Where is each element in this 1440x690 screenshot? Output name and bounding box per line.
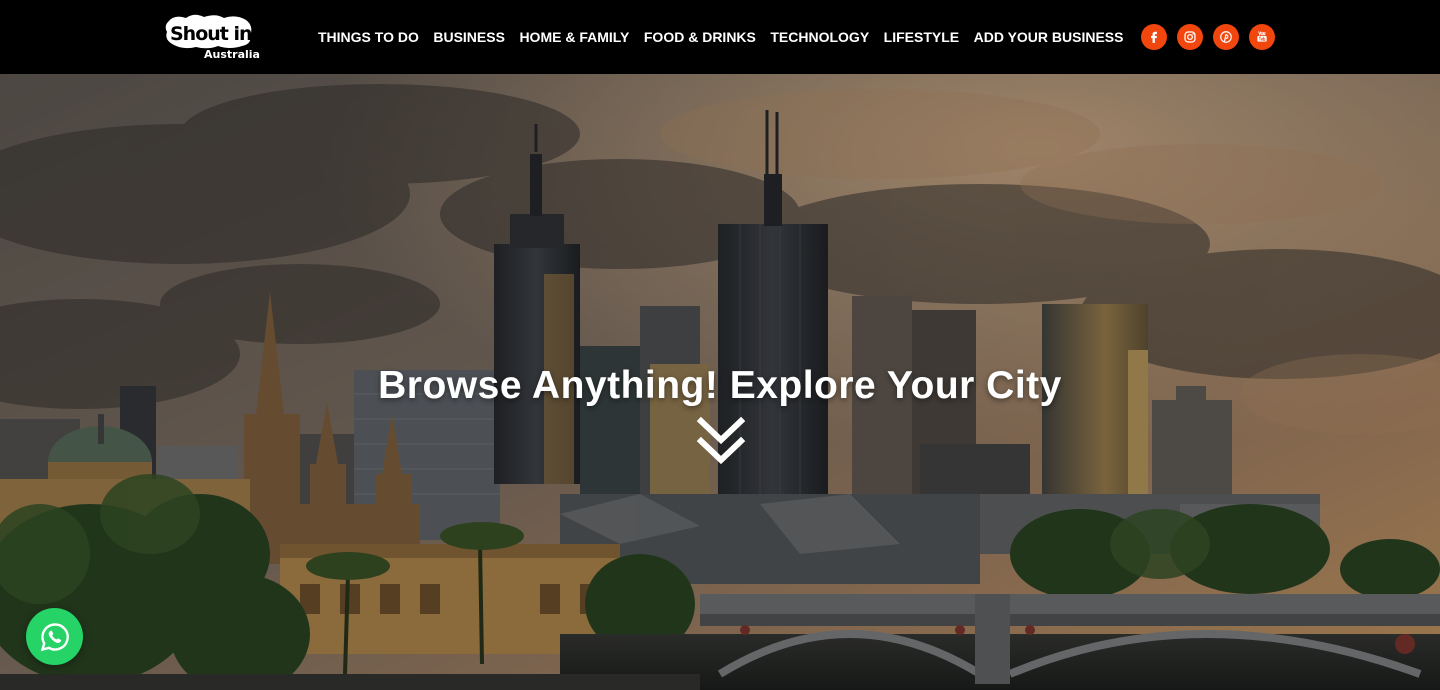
nav-item-home-family[interactable]: HOME & FAMILY: [519, 29, 629, 45]
pinterest-button[interactable]: [1213, 24, 1239, 50]
logo-mark: Shout in Australia: [165, 14, 260, 61]
nav-item-technology[interactable]: TECHNOLOGY: [770, 29, 869, 45]
whatsapp-icon: [40, 622, 69, 651]
social-links: [1141, 24, 1275, 50]
double-chevron-down-icon: [696, 416, 746, 465]
instagram-icon: [1184, 31, 1196, 43]
youtube-button[interactable]: [1249, 24, 1275, 50]
pinterest-icon: [1220, 31, 1232, 43]
hero-headline: Browse Anything! Explore Your City: [378, 364, 1062, 407]
instagram-button[interactable]: [1177, 24, 1203, 50]
whatsapp-button[interactable]: [26, 608, 83, 665]
youtube-icon: [1257, 31, 1267, 42]
logo-text: Shout in: [170, 23, 252, 45]
hero-section: Browse Anything! Explore Your City: [0, 74, 1440, 690]
nav-item-food-drinks[interactable]: FOOD & DRINKS: [644, 29, 756, 45]
facebook-icon: [1151, 31, 1157, 43]
nav-item-lifestyle[interactable]: LIFESTYLE: [884, 29, 959, 45]
nav-item-things-to-do[interactable]: THINGS TO DO: [318, 29, 419, 45]
site-header: Shout in Australia THINGS TO DO BUSINESS…: [0, 0, 1440, 74]
site-logo[interactable]: Shout in Australia: [164, 12, 260, 61]
main-nav: THINGS TO DO BUSINESS HOME & FAMILY FOOD…: [318, 0, 1138, 74]
logo-subtitle: Australia: [204, 48, 260, 60]
scroll-down-button[interactable]: [696, 416, 746, 468]
nav-item-business[interactable]: BUSINESS: [433, 29, 505, 45]
nav-item-add-your-business[interactable]: ADD YOUR BUSINESS: [974, 29, 1124, 45]
facebook-button[interactable]: [1141, 24, 1167, 50]
